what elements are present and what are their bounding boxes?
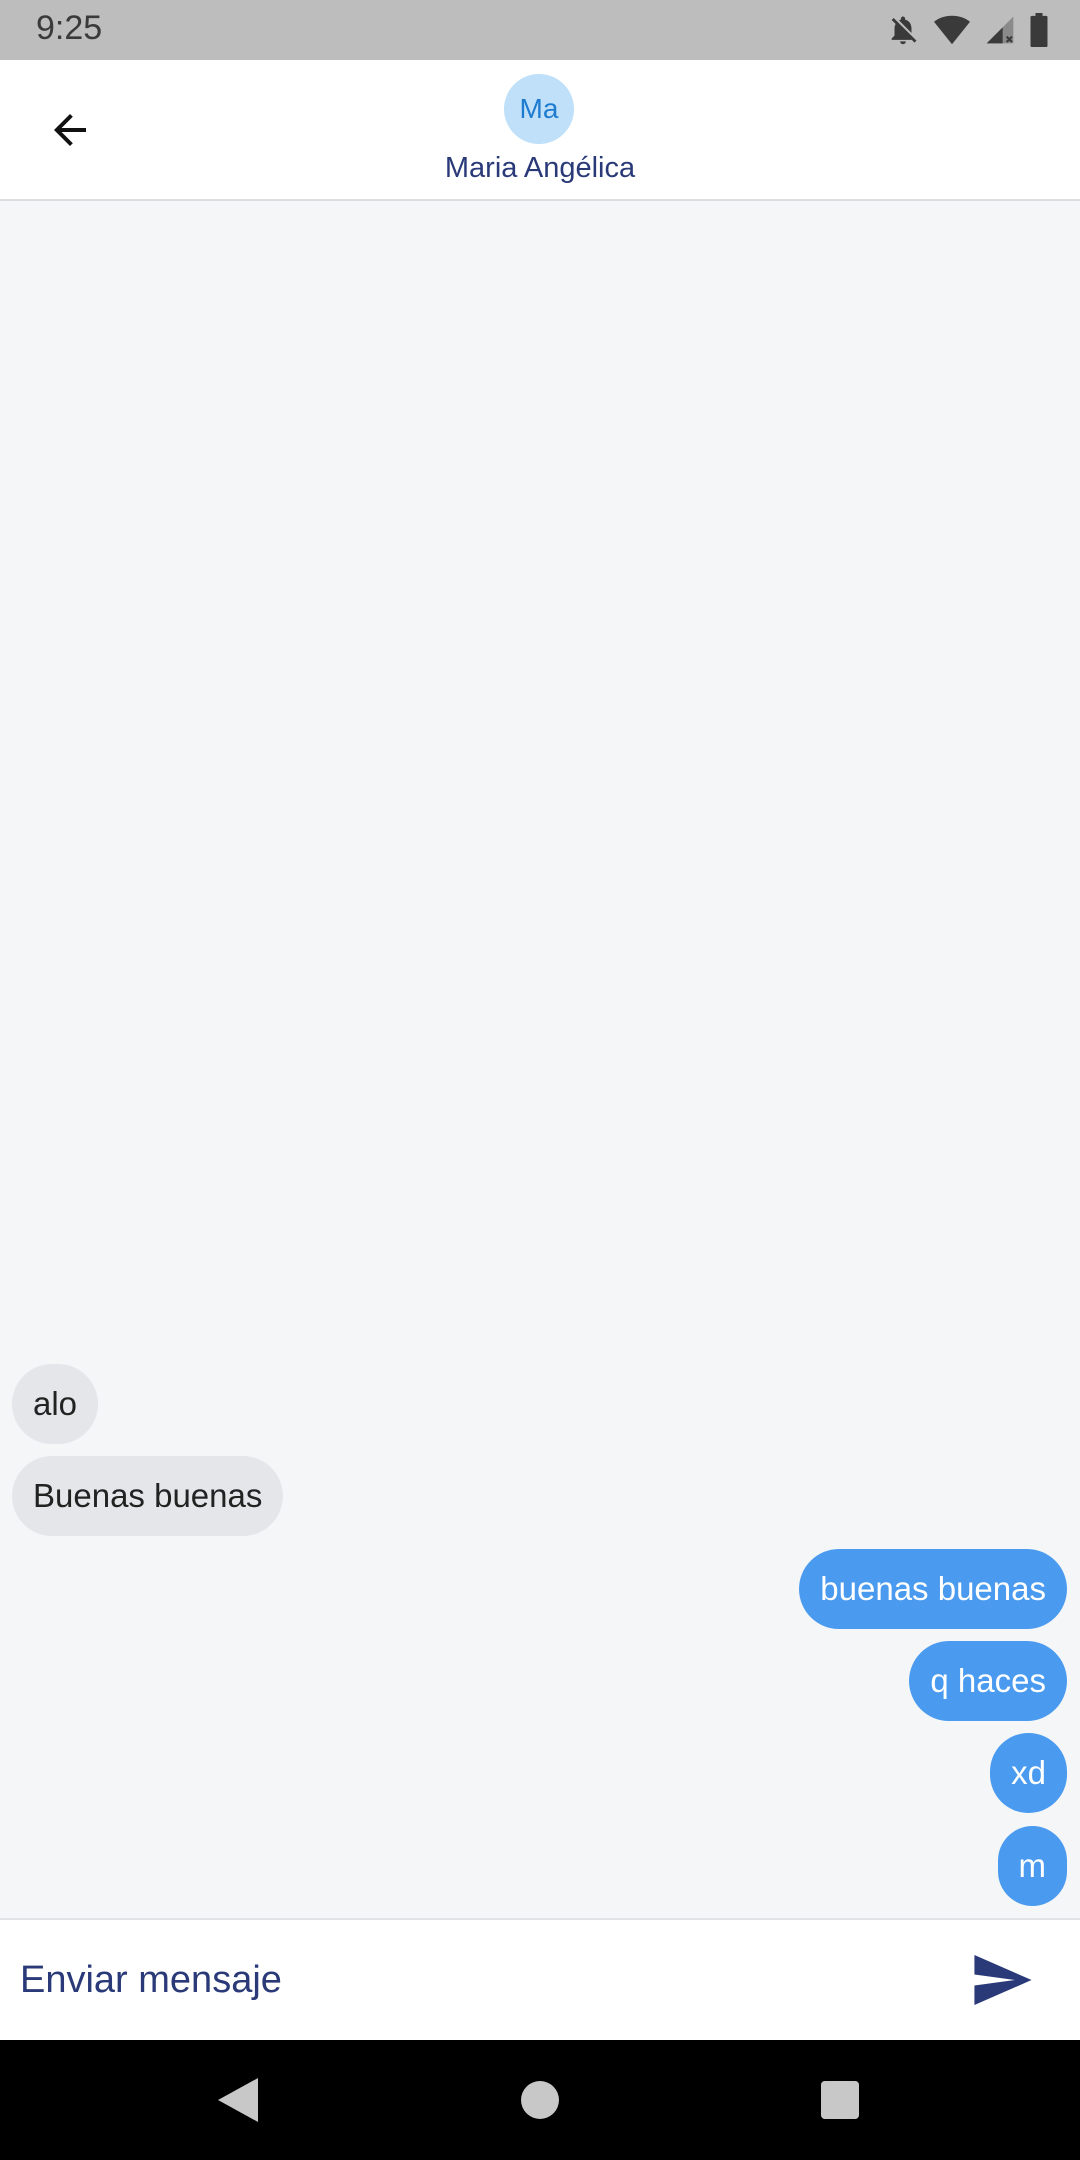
navigation-bar — [0, 2040, 1080, 2160]
message-input[interactable] — [20, 1944, 900, 2016]
outgoing-message: m — [997, 1826, 1067, 1906]
nav-back-icon — [218, 2078, 258, 2122]
nav-home-button[interactable] — [510, 2070, 570, 2130]
notifications-off-icon — [886, 13, 920, 47]
nav-recents-button[interactable] — [810, 2070, 870, 2130]
chat-header: Ma Maria Angélica — [0, 60, 1080, 201]
nav-home-icon — [521, 2081, 559, 2119]
cellular-signal-icon — [984, 14, 1016, 46]
nav-back-button[interactable] — [208, 2070, 268, 2130]
status-bar: 9:25 — [0, 0, 1080, 60]
send-icon — [974, 1955, 1032, 2005]
outgoing-message: xd — [990, 1733, 1067, 1813]
arrow-left-icon — [54, 114, 86, 146]
status-time: 9:25 — [36, 9, 103, 47]
battery-icon — [1030, 13, 1048, 47]
incoming-message: alo — [12, 1364, 99, 1444]
wifi-icon — [934, 14, 970, 46]
outgoing-message: q haces — [909, 1641, 1067, 1721]
status-icons — [886, 12, 1048, 48]
avatar[interactable]: Ma — [504, 74, 574, 144]
incoming-message: Buenas buenas — [12, 1456, 284, 1536]
nav-recents-icon — [821, 2081, 859, 2119]
chat-screen: 9:25 Ma Maria Angélica alo Buenas buenas… — [0, 0, 1080, 2160]
outgoing-message: buenas buenas — [799, 1549, 1067, 1629]
message-list[interactable]: alo Buenas buenas buenas buenas q haces … — [0, 201, 1080, 1918]
send-button[interactable] — [968, 1948, 1038, 2012]
message-composer — [0, 1918, 1080, 2040]
contact-name: Maria Angélica — [444, 152, 636, 184]
